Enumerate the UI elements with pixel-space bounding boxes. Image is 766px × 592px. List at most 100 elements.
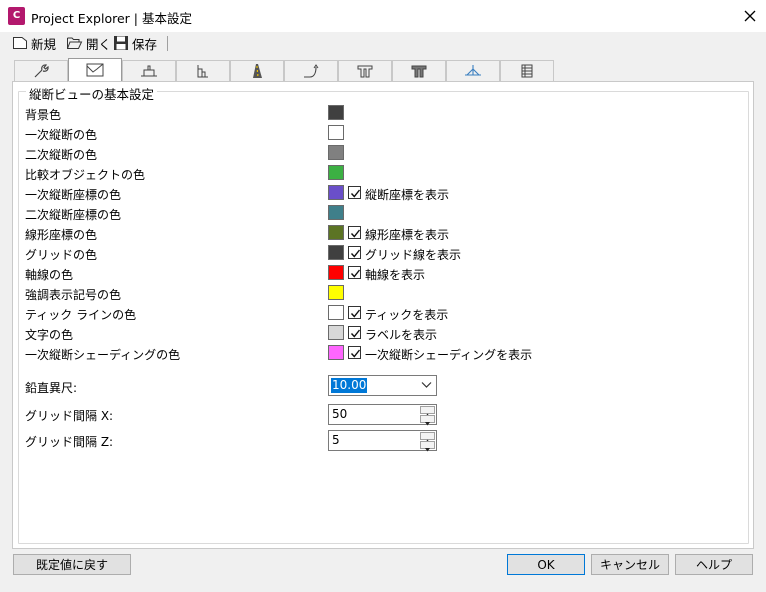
close-icon bbox=[744, 10, 756, 22]
checkmark-icon bbox=[350, 189, 361, 198]
section-view-icon bbox=[141, 65, 157, 77]
checkbox-label: 軸線を表示 bbox=[365, 268, 426, 282]
grid-x-label: グリッド間隔 X: bbox=[25, 409, 114, 423]
checkmark-icon bbox=[350, 329, 361, 338]
checkbox-label: 一次縦断シェーディングを表示 bbox=[365, 348, 533, 362]
setting-label: 文字の色 bbox=[25, 328, 74, 342]
show-checkbox[interactable] bbox=[348, 266, 361, 279]
save-button[interactable]: 保存 bbox=[113, 33, 157, 53]
tab-general[interactable] bbox=[14, 60, 68, 81]
show-checkbox[interactable] bbox=[348, 226, 361, 239]
spin-down-icon bbox=[425, 422, 430, 426]
color-swatch-button[interactable] bbox=[328, 325, 344, 340]
tab-structure[interactable] bbox=[338, 60, 392, 81]
setting-label: 一次縦断座標の色 bbox=[25, 188, 122, 202]
new-file-icon bbox=[13, 37, 27, 49]
tab-profile-view[interactable] bbox=[68, 58, 122, 81]
new-button-label: 新規 bbox=[31, 36, 57, 52]
save-icon bbox=[114, 36, 128, 50]
grid-z-spin-buttons bbox=[420, 432, 435, 452]
tab-road[interactable] bbox=[230, 60, 284, 81]
show-checkbox[interactable] bbox=[348, 306, 361, 319]
setting-label: 軸線の色 bbox=[25, 268, 74, 282]
sheet-icon bbox=[197, 65, 208, 78]
structure-alt-icon bbox=[411, 65, 427, 78]
spin-down-button[interactable] bbox=[420, 415, 435, 426]
checkbox-label: 縦断座標を表示 bbox=[365, 188, 450, 202]
tab-structure-alt[interactable] bbox=[392, 60, 446, 81]
checkbox-label: ラベルを表示 bbox=[365, 328, 438, 342]
checkmark-icon bbox=[350, 309, 361, 318]
setting-label: 強調表示記号の色 bbox=[25, 288, 122, 302]
new-button[interactable]: 新規 bbox=[12, 33, 56, 53]
table-icon bbox=[521, 64, 533, 78]
grid-x-value: 50 bbox=[332, 407, 348, 421]
spin-up-button[interactable] bbox=[420, 406, 435, 417]
vertical-exaggeration-value: 10.00 bbox=[331, 378, 368, 393]
close-button[interactable] bbox=[738, 4, 762, 28]
setting-label: 一次縦断シェーディングの色 bbox=[25, 348, 181, 362]
tab-table[interactable] bbox=[500, 60, 554, 81]
open-button[interactable]: 開く bbox=[66, 33, 111, 53]
color-swatch-button[interactable] bbox=[328, 165, 344, 180]
vertical-exaggeration-label: 鉛直異尺: bbox=[25, 381, 78, 395]
alignment-icon bbox=[304, 64, 319, 78]
color-swatch-button[interactable] bbox=[328, 105, 344, 120]
color-swatch-button[interactable] bbox=[328, 345, 344, 360]
color-swatch-button[interactable] bbox=[328, 145, 344, 160]
cancel-button[interactable]: キャンセル bbox=[591, 554, 669, 575]
ok-button[interactable]: OK bbox=[507, 554, 585, 575]
save-button-label: 保存 bbox=[132, 36, 158, 52]
grid-z-value: 5 bbox=[332, 433, 340, 447]
show-checkbox[interactable] bbox=[348, 326, 361, 339]
wrench-icon bbox=[34, 64, 49, 78]
setting-label: ティック ラインの色 bbox=[25, 308, 137, 322]
spin-down-button[interactable] bbox=[420, 441, 435, 452]
show-checkbox[interactable] bbox=[348, 186, 361, 199]
checkmark-icon bbox=[350, 229, 361, 238]
tab-baseline[interactable] bbox=[446, 60, 500, 81]
checkbox-label: グリッド線を表示 bbox=[365, 248, 462, 262]
vertical-exaggeration-combo[interactable]: 10.00 bbox=[328, 375, 437, 396]
setting-label: 線形座標の色 bbox=[25, 228, 98, 242]
color-swatch-button[interactable] bbox=[328, 125, 344, 140]
grid-x-spinner[interactable]: 50 bbox=[328, 404, 437, 426]
checkbox-label: 線形座標を表示 bbox=[365, 228, 450, 242]
grid-z-spinner[interactable]: 5 bbox=[328, 430, 437, 452]
setting-label: 二次縦断座標の色 bbox=[25, 208, 122, 222]
spin-down-icon bbox=[425, 448, 430, 452]
help-button[interactable]: ヘルプ bbox=[675, 554, 753, 575]
open-button-label: 開く bbox=[86, 36, 112, 52]
color-swatch-button[interactable] bbox=[328, 185, 344, 200]
grid-z-label: グリッド間隔 Z: bbox=[25, 435, 114, 449]
profile-view-icon bbox=[86, 63, 104, 77]
grid-x-spin-buttons bbox=[420, 406, 435, 426]
color-swatch-button[interactable] bbox=[328, 245, 344, 260]
checkmark-icon bbox=[350, 249, 361, 258]
checkmark-icon bbox=[350, 269, 361, 278]
color-swatch-button[interactable] bbox=[328, 205, 344, 220]
tab-section-view[interactable] bbox=[122, 60, 176, 81]
setting-label: 二次縦断の色 bbox=[25, 148, 98, 162]
color-swatch-button[interactable] bbox=[328, 225, 344, 240]
reset-defaults-button[interactable]: 既定値に戻す bbox=[13, 554, 131, 575]
tab-alignment[interactable] bbox=[284, 60, 338, 81]
baseline-icon bbox=[465, 65, 481, 76]
show-checkbox[interactable] bbox=[348, 246, 361, 259]
setting-label: グリッドの色 bbox=[25, 248, 98, 262]
open-folder-icon bbox=[67, 37, 83, 49]
color-swatch-button[interactable] bbox=[328, 285, 344, 300]
road-icon bbox=[253, 64, 262, 78]
show-checkbox[interactable] bbox=[348, 346, 361, 359]
color-swatch-button[interactable] bbox=[328, 305, 344, 320]
window-title: Project Explorer | 基本設定 bbox=[31, 11, 192, 26]
structure-icon bbox=[357, 65, 373, 78]
spin-up-button[interactable] bbox=[420, 432, 435, 443]
tab-sheet[interactable] bbox=[176, 60, 230, 81]
color-swatch-button[interactable] bbox=[328, 265, 344, 280]
chevron-down-icon bbox=[421, 382, 432, 388]
checkmark-icon bbox=[350, 349, 361, 358]
checkbox-label: ティックを表示 bbox=[365, 308, 449, 322]
setting-label: 一次縦断の色 bbox=[25, 128, 98, 142]
app-icon: C bbox=[8, 7, 25, 25]
